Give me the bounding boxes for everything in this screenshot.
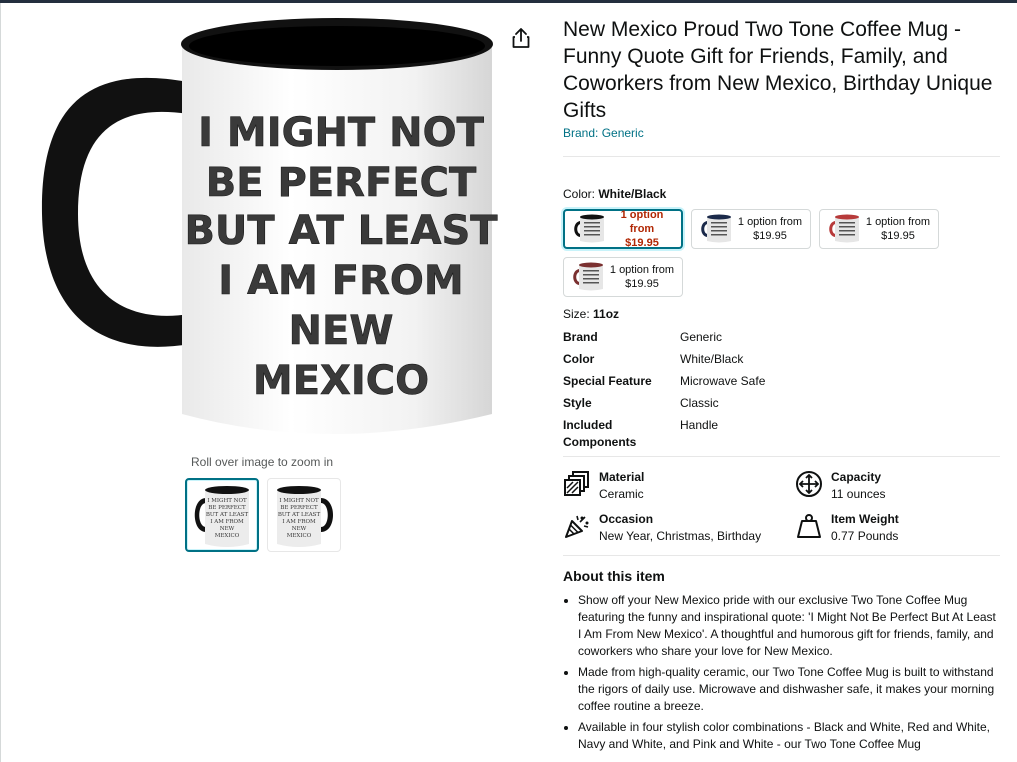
material-icon [563,469,599,499]
spec-value: Classic [680,396,719,410]
spec-key: Special Feature [563,374,652,388]
color-value: White/Black [598,187,667,201]
color-selector-label: Color: White/Black [563,187,1000,201]
spec-value: Handle [680,418,719,432]
spec-row: Special Feature Microwave Safe [563,373,1000,390]
spec-key: Style [563,396,592,410]
size-selector-label: Size: 11oz [563,307,1000,321]
spec-value: Generic [680,330,723,344]
feature-occasion: Occasion New Year, Christmas, Birthday [563,511,795,545]
spec-key: Included Components [563,418,637,449]
mug-quote-line-1: I MIGHT NOT [198,110,484,156]
mug-quote-line-5: NEW [289,308,394,354]
divider [563,156,1000,157]
thumbnail-1[interactable]: I MIGHT NOT BE PERFECT BUT AT LEAST I AM… [185,478,259,552]
mug-quote-line-2: BE PERFECT [206,160,477,206]
mug-quote-line-3: BUT AT LEAST [184,208,498,254]
size-label: Size: [563,307,594,321]
thumb-text: NEW [292,526,307,532]
left-border [0,3,1,762]
spec-row: Brand Generic [563,329,1000,346]
thumb-text: I MIGHT NOT [279,498,319,504]
share-icon[interactable] [510,26,532,50]
thumb-text: BUT AT LEAST [206,512,249,518]
swatch-mug-image [573,262,603,291]
feature-material: Material Ceramic [563,469,795,503]
spec-table: Brand Generic Color White/Black Special Fe… [563,329,1000,451]
color-option-pink-white[interactable]: 1 option from $19.95 [563,257,683,297]
swatch-price-text: 1 option from $19.95 [865,216,931,242]
size-value: 11oz [593,307,620,321]
spec-value: White/Black [680,352,744,366]
thumb-text: I MIGHT NOT [207,498,247,504]
thumb-mug-image: I MIGHT NOT BE PERFECT BUT AT LEAST I AM… [194,486,249,547]
thumb-text: BE PERFECT [280,505,318,511]
thumb-text: MEXICO [287,533,312,539]
feature-value: New Year, Christmas, Birthday [599,529,762,543]
mug-quote-line-4: I AM FROM [218,258,463,304]
mug-quote-line-6: MEXICO [253,358,429,404]
thumbnail-2[interactable]: I MIGHT NOT BE PERFECT BUT AT LEAST I AM… [267,478,341,552]
thumb-text: I AM FROM [210,519,244,525]
thumb-text: I AM FROM [282,519,316,525]
weight-icon [795,511,831,541]
feature-label: Capacity [831,470,882,484]
about-heading: About this item [563,568,665,584]
swatch-price-text: 1 option from $19.95 [609,264,675,290]
about-bullet: Available in four stylish color combinat… [578,719,1000,753]
feature-label: Item Weight [831,512,899,526]
feature-value: 11 ounces [831,487,886,501]
spec-row: Style Classic [563,395,1000,412]
color-option-red-white[interactable]: 1 option from $19.95 [819,209,939,249]
product-details: New Mexico Proud Two Tone Coffee Mug - F… [563,16,1000,757]
feature-value: Ceramic [599,487,644,501]
thumb-text: BUT AT LEAST [278,512,321,518]
color-option-white-black[interactable]: 1 option from $19.95 [563,209,683,249]
color-swatches: 1 option from $19.95 1 option from $19.95 … [563,209,953,297]
brand-link[interactable]: Brand: Generic [563,126,644,140]
swatch-price-text: 1 option from $19.95 [620,209,664,249]
feature-label: Occasion [599,512,654,526]
mug-illustration: I MIGHT NOT BE PERFECT BUT AT LEAST I AM… [41,18,499,434]
product-title: New Mexico Proud Two Tone Coffee Mug - F… [563,18,993,122]
about-bullet: Show off your New Mexico pride with our … [578,592,1000,660]
feature-label: Material [599,470,645,484]
swatch-price-text: 1 option from $19.95 [737,216,803,242]
spec-row: Color White/Black [563,351,1000,368]
spec-key: Brand [563,330,598,344]
thumb-text: BE PERFECT [208,505,246,511]
spec-value: Microwave Safe [680,374,766,388]
capacity-icon [795,469,831,499]
color-option-navy-white[interactable]: 1 option from $19.95 [691,209,811,249]
occasion-icon [563,511,599,541]
divider [563,555,1000,556]
thumbnail-strip: I MIGHT NOT BE PERFECT BUT AT LEAST I AM… [185,478,341,552]
thumb-text: MEXICO [215,533,240,539]
feature-grid: Material Ceramic Capacity 11 ounces Occa… [563,457,1000,555]
swatch-mug-image [701,214,731,243]
spec-row: Included Components Handle [563,417,1000,451]
main-product-image[interactable]: I MIGHT NOT BE PERFECT BUT AT LEAST I AM… [30,14,510,444]
thumb-text: NEW [220,526,235,532]
swatch-mug-image [829,214,859,243]
about-bullets: Show off your New Mexico pride with our … [563,592,1000,753]
zoom-hint: Roll over image to zoom in [191,455,334,469]
swatch-mug-image [574,214,604,243]
thumb-mug-image: I MIGHT NOT BE PERFECT BUT AT LEAST I AM… [277,486,333,547]
top-bar [0,0,1017,3]
feature-capacity: Capacity 11 ounces [795,469,995,503]
color-label: Color: [563,187,599,201]
about-bullet: Made from high-quality ceramic, our Two … [578,664,1000,715]
feature-weight: Item Weight 0.77 Pounds [795,511,995,545]
spec-key: Color [563,352,595,366]
feature-value: 0.77 Pounds [831,529,899,543]
